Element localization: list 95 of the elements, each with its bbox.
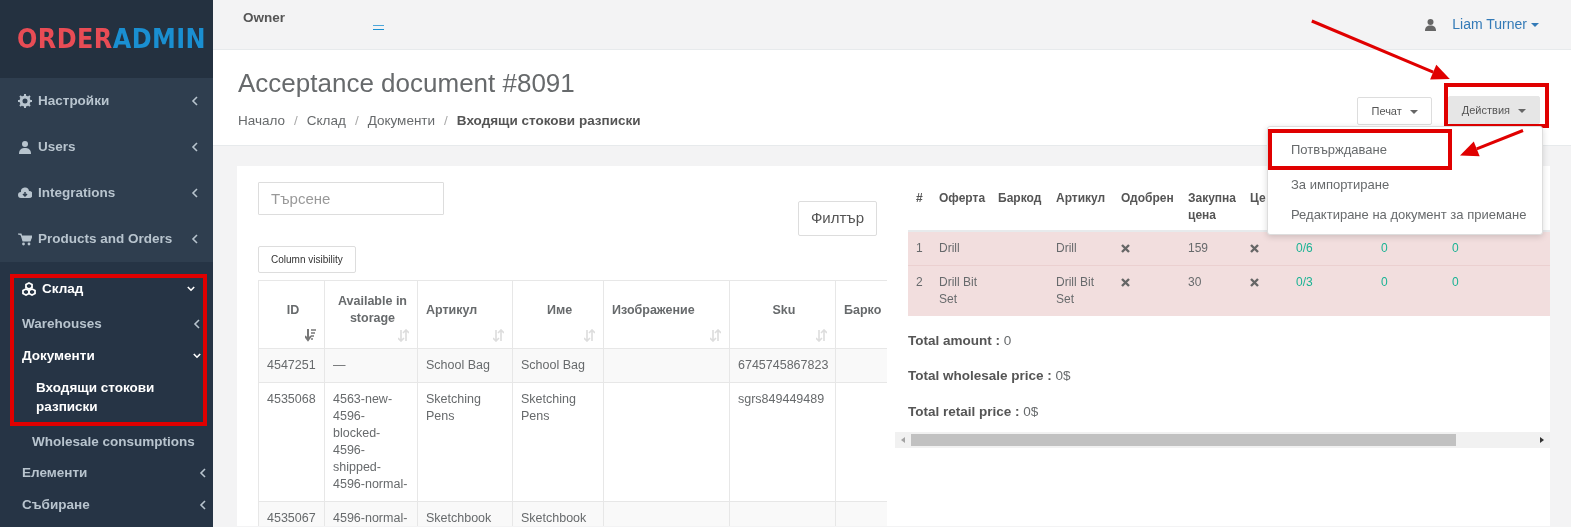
caret-icon xyxy=(1531,22,1539,27)
scroll-left-icon xyxy=(899,435,907,444)
breadcrumb-item[interactable]: Склад xyxy=(306,113,346,129)
table-cell: 4535067 xyxy=(267,510,316,525)
table-cell: 0/6 xyxy=(1296,241,1313,255)
table-cell: Sketchbook xyxy=(521,510,587,525)
page-title: Acceptance document #8091 xyxy=(238,68,576,100)
dropdown-button[interactable]: Действия xyxy=(1447,96,1540,124)
column-header[interactable]: Изображение xyxy=(603,280,730,348)
table-cell: 4596-normal- xyxy=(333,510,408,525)
field-label: Owner xyxy=(243,9,285,28)
scroll-right-icon xyxy=(1538,435,1546,444)
cubes-icon xyxy=(22,282,36,296)
cart-icon xyxy=(18,232,32,246)
total-line: Total wholesale price : 0$ xyxy=(908,367,1072,386)
table-cell: Drill xyxy=(1056,241,1077,255)
chevron-left-icon xyxy=(193,319,201,329)
sidebar-item[interactable]: Users xyxy=(0,124,213,170)
breadcrumb-item[interactable]: Начало xyxy=(238,113,286,129)
table-cell: 159 xyxy=(1188,241,1209,255)
menu-item[interactable]: Редактиране на документ за приемане xyxy=(1268,200,1542,230)
annotation-arrow xyxy=(1460,129,1524,157)
table-cell: 0 xyxy=(1452,275,1459,289)
chevron-left-icon xyxy=(191,188,199,198)
total-line: Total retail price : 0$ xyxy=(908,402,1040,421)
table-cell: 0 xyxy=(1381,275,1388,289)
column-header[interactable]: ID xyxy=(258,280,325,348)
column-header[interactable]: # xyxy=(916,190,931,207)
table-cell: 0 xyxy=(1452,241,1459,255)
user-menu[interactable]: Liam Turner xyxy=(1452,14,1527,35)
breadcrumb-separator: / xyxy=(444,113,448,129)
column-header[interactable]: Артикул xyxy=(1056,190,1113,207)
chevron-down-icon xyxy=(187,284,195,294)
table-cell: — xyxy=(333,357,346,372)
dropdown-button[interactable]: Печат xyxy=(1357,97,1432,125)
user-icon xyxy=(18,140,32,154)
sidebar-item[interactable]: Настройки xyxy=(0,78,213,124)
column-header[interactable]: Име xyxy=(512,280,604,348)
table-cell: 0 xyxy=(1381,241,1388,255)
sidebar-item[interactable]: Елементи xyxy=(0,457,213,489)
cloud-download-icon xyxy=(18,186,32,200)
table-cell: Drill xyxy=(939,241,960,255)
table-cell: 1 xyxy=(916,241,923,255)
column-header[interactable]: Закупна цена xyxy=(1188,190,1242,224)
breadcrumb-item: Входящи стокови разписки xyxy=(456,113,641,129)
sidebar-item[interactable]: Products and Orders xyxy=(0,216,213,262)
sidebar-item[interactable]: Wholesale consumptions xyxy=(0,426,213,457)
breadcrumb-item[interactable]: Документи xyxy=(367,113,436,129)
owner-link[interactable]: — xyxy=(373,19,384,30)
user-icon xyxy=(1425,18,1437,31)
column-header[interactable]: Одобрен xyxy=(1121,190,1180,207)
table-cell: 0/3 xyxy=(1296,275,1313,289)
column-header[interactable]: Артикул xyxy=(417,280,513,348)
sidebar-item[interactable]: Склад xyxy=(14,278,203,300)
filter-button[interactable]: Филтър xyxy=(797,201,877,236)
table-cell: Sketching Pens xyxy=(521,391,576,423)
sidebar-item[interactable]: Документи xyxy=(14,340,203,372)
logo: ORDERADMIN xyxy=(17,22,207,56)
sidebar-item[interactable]: Warehouses xyxy=(14,308,203,340)
sidebar-item[interactable]: Integrations xyxy=(0,170,213,216)
scrollbar-thumb[interactable] xyxy=(911,433,1456,446)
chevron-left-icon xyxy=(199,500,207,510)
menu-item[interactable]: За импортиране xyxy=(1268,170,1542,200)
table-cell: 2 xyxy=(916,275,923,289)
table-cell: Sketchbook xyxy=(426,510,492,525)
chevron-left-icon xyxy=(199,468,207,478)
column-header[interactable]: Оферта xyxy=(939,190,990,207)
total-line: Total amount : 0 xyxy=(908,332,1013,350)
chevron-left-icon xyxy=(191,142,199,152)
gear-icon xyxy=(18,94,32,108)
sidebar-item[interactable]: Събиране xyxy=(0,489,213,521)
breadcrumb-separator: / xyxy=(354,113,359,129)
table-cell: School Bag xyxy=(521,357,585,372)
table-cell: Drill Bit Set xyxy=(939,275,977,306)
search-field[interactable]: Търсене xyxy=(258,182,444,215)
table-cell: Sketching Pens xyxy=(426,391,481,423)
column-header[interactable]: Баркод xyxy=(998,190,1048,207)
table-cell: 4563-new-4596-blocked-4596-shipped-4596-normal- xyxy=(333,391,408,491)
chevron-left-icon xyxy=(191,96,199,106)
horizontal-scrollbar[interactable] xyxy=(895,431,1550,448)
column-header[interactable]: Sku xyxy=(729,280,836,348)
table-cell: Drill Bit Set xyxy=(1056,275,1094,306)
menu-item[interactable]: Потвърждаване xyxy=(1272,133,1448,166)
chevron-down-icon xyxy=(193,351,201,361)
table-cell: sgrs849449489 xyxy=(738,391,825,406)
breadcrumb-separator: / xyxy=(294,113,298,129)
table-cell: 30 xyxy=(1188,275,1202,289)
chevron-left-icon xyxy=(191,234,199,244)
column-visibility-button[interactable]: Column visibility xyxy=(258,245,356,273)
table-cell: 6745745867823 xyxy=(738,357,829,372)
sidebar-item[interactable]: Входящи стокови разписки xyxy=(14,372,203,422)
column-header[interactable]: Available in storage xyxy=(324,280,418,348)
table-cell: 4535068 xyxy=(267,391,316,406)
table-cell: School Bag xyxy=(426,357,490,372)
table-cell: 4547251 xyxy=(267,357,316,372)
